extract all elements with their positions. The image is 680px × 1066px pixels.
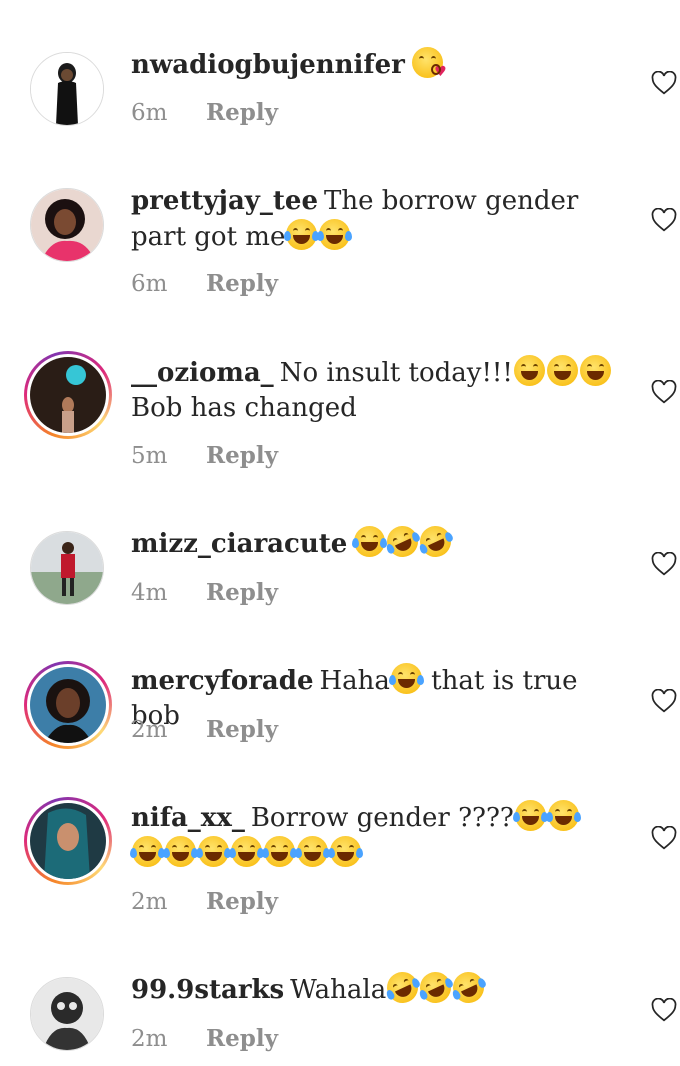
rolling-on-the-floor-laughing-emoji-icon (382, 966, 424, 1009)
comment-body-line2: Bob has changed (131, 393, 357, 423)
avatar-image (31, 189, 103, 261)
reply-button[interactable]: Reply (206, 888, 278, 915)
comment-username[interactable]: mizz_ciaracute (131, 529, 347, 559)
comment-body: Borrow gender ???? (250, 803, 514, 833)
comment-time: 4m (131, 580, 168, 606)
grinning-face-emoji-icon (579, 355, 611, 386)
comment-username[interactable]: 99.9starks (131, 975, 284, 1005)
reply-button[interactable]: Reply (206, 270, 278, 297)
face-with-tears-of-joy-emoji-icon (163, 836, 198, 867)
comment-meta: 6m Reply (131, 270, 278, 297)
grinning-face-emoji-icon (513, 355, 545, 386)
comment-username[interactable]: prettyjay_tee (131, 186, 318, 216)
avatar-story-ring[interactable] (24, 661, 112, 749)
comment-time: 5m (131, 443, 168, 469)
comment-text: 99.9starks Wahala (131, 966, 631, 1009)
comment-time: 6m (131, 100, 168, 126)
comment-text: mizz_ciaracute (131, 520, 631, 563)
face-with-tears-of-joy-emoji-icon (317, 219, 353, 250)
reply-button[interactable]: Reply (206, 716, 278, 743)
face-with-tears-of-joy-emoji-icon (388, 663, 424, 694)
face-with-tears-of-joy-emoji-icon (328, 836, 363, 867)
reply-button[interactable]: Reply (206, 1025, 278, 1052)
comment-meta: 2m Reply (131, 716, 278, 743)
comment-text: nifa_xx_ Borrow gender ???? (130, 800, 631, 872)
avatar-image (31, 532, 103, 604)
heart-outline-icon[interactable] (651, 208, 677, 232)
kissing-face-emoji-icon: ♥ (411, 47, 447, 79)
reply-button[interactable]: Reply (206, 579, 278, 606)
comment-meta: 2m Reply (131, 1025, 278, 1052)
comment-meta: 4m Reply (131, 579, 278, 606)
comment-time: 6m (131, 271, 168, 297)
avatar-image (30, 357, 106, 433)
rolling-on-the-floor-laughing-emoji-icon (448, 966, 490, 1009)
face-with-tears-of-joy-emoji-icon (512, 800, 548, 831)
comment-body: Wahala (290, 975, 387, 1005)
avatar-image (30, 667, 106, 743)
face-with-tears-of-joy-emoji-icon (196, 836, 231, 867)
avatar-image (30, 803, 106, 879)
comment-username[interactable]: nifa_xx_ (131, 803, 245, 833)
reply-button[interactable]: Reply (206, 442, 278, 469)
comment-time: 2m (131, 1026, 168, 1052)
avatar-story-ring[interactable] (24, 797, 112, 885)
face-with-tears-of-joy-emoji-icon (295, 836, 330, 867)
heart-outline-icon[interactable] (651, 689, 677, 713)
face-with-tears-of-joy-emoji-icon (545, 800, 581, 831)
rolling-on-the-floor-laughing-emoji-icon (415, 966, 457, 1009)
avatar-image (31, 978, 103, 1050)
rolling-on-the-floor-laughing-emoji-icon (415, 520, 457, 563)
avatar[interactable] (30, 188, 104, 262)
comment-time: 2m (131, 717, 168, 743)
face-with-tears-of-joy-emoji-icon (229, 836, 264, 867)
avatar[interactable] (30, 531, 104, 605)
comment-text: prettyjay_tee The borrow gender part got … (131, 184, 631, 255)
comment-body: No insult today!!! (279, 358, 513, 388)
comment-meta: 2m Reply (131, 888, 278, 915)
comment-username[interactable]: mercyforade (131, 666, 313, 696)
heart-outline-icon[interactable] (651, 826, 677, 850)
comment-body: Haha (319, 666, 390, 696)
heart-outline-icon[interactable] (651, 71, 677, 95)
rolling-on-the-floor-laughing-emoji-icon (382, 520, 424, 563)
avatar (27, 664, 109, 746)
avatar-image (31, 53, 103, 125)
face-with-tears-of-joy-emoji-icon (262, 836, 297, 867)
avatar-story-ring[interactable] (24, 351, 112, 439)
avatar (27, 800, 109, 882)
avatar[interactable] (30, 977, 104, 1051)
heart-outline-icon[interactable] (651, 998, 677, 1022)
comment-time: 2m (131, 889, 168, 915)
comment-text: nwadiogbujennifer ♥ (131, 47, 631, 83)
avatar[interactable] (30, 52, 104, 126)
comment-meta: 5m Reply (131, 442, 278, 469)
heart-outline-icon[interactable] (651, 380, 677, 404)
face-with-tears-of-joy-emoji-icon (284, 219, 320, 250)
face-with-tears-of-joy-emoji-icon (130, 836, 165, 867)
comment-meta: 6m Reply (131, 99, 278, 126)
comment-username[interactable]: nwadiogbujennifer (131, 50, 405, 80)
comment-username[interactable]: __ozioma_ (131, 358, 274, 388)
reply-button[interactable]: Reply (206, 99, 278, 126)
face-with-tears-of-joy-emoji-icon (352, 526, 388, 557)
avatar (27, 354, 109, 436)
comment-text: __ozioma_ No insult today!!! Bob has chang… (131, 355, 631, 426)
heart-outline-icon[interactable] (651, 552, 677, 576)
grinning-face-emoji-icon (546, 355, 578, 386)
